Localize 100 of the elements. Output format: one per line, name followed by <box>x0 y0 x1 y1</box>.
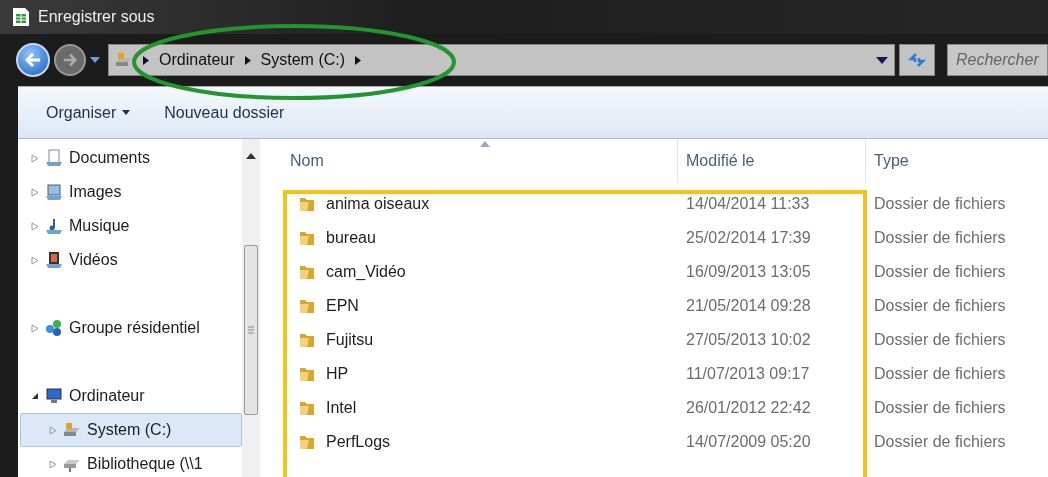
folder-icon <box>298 297 316 315</box>
music-note-icon <box>45 217 63 235</box>
nav-item[interactable]: System (C:) <box>20 413 242 447</box>
search-field[interactable]: Rechercher <box>947 44 1048 76</box>
caret-icon <box>122 110 131 115</box>
file-name: EPN <box>326 296 359 316</box>
grip-icon <box>248 326 254 334</box>
folder-icon <box>298 365 316 383</box>
file-type: Dossier de fichiers <box>873 194 1006 214</box>
file-row[interactable]: EPN 21/05/2014 09:28 Dossier de fichiers <box>282 289 1048 323</box>
breadcrumb-item[interactable]: System (C:) <box>260 48 346 72</box>
nav-label: Ordinateur <box>69 386 145 406</box>
file-row[interactable]: Intel 26/01/2012 22:42 Dossier de fichiers <box>282 391 1048 425</box>
file-name: Fujitsu <box>326 330 374 350</box>
file-name: bureau <box>326 228 376 248</box>
expand-arrow-icon[interactable] <box>31 323 39 333</box>
column-header[interactable]: Nom <box>282 139 678 183</box>
column-header[interactable]: Modifié le <box>678 139 866 183</box>
nav-item[interactable]: Images <box>20 175 242 209</box>
modified-date: 16/09/2013 13:05 <box>685 262 812 282</box>
file-name: Intel <box>326 398 357 418</box>
file-row[interactable]: PerfLogs 14/07/2009 05:20 Dossier de fichiers <box>282 425 1048 459</box>
file-type: Dossier de fichiers <box>873 398 1006 418</box>
breadcrumb-arrow-icon[interactable] <box>355 55 362 65</box>
expand-arrow-icon[interactable] <box>49 459 57 469</box>
expand-arrow-icon[interactable] <box>31 221 39 231</box>
forward-button[interactable] <box>54 44 86 76</box>
file-row[interactable]: Fujitsu 27/05/2013 10:02 Dossier de fichiers <box>282 323 1048 357</box>
nav-label: Musique <box>69 216 130 236</box>
homegroup-icon <box>45 319 63 337</box>
file-row[interactable]: cam_Vidéo 16/09/2013 13:05 Dossier de fichiers <box>282 255 1048 289</box>
modified-date: 26/01/2012 22:42 <box>685 398 812 418</box>
folder-icon <box>298 263 316 281</box>
nav-label: Vidéos <box>69 250 118 270</box>
modified-date: 14/07/2009 05:20 <box>685 432 812 452</box>
nav-label: Groupe résidentiel <box>69 318 200 338</box>
file-name: HP <box>326 364 349 384</box>
nav-label: System (C:) <box>87 420 172 440</box>
nav-label: Images <box>69 182 122 202</box>
computer-icon <box>45 387 63 405</box>
sort-ascending-icon <box>479 141 490 147</box>
file-type: Dossier de fichiers <box>873 432 1006 452</box>
window-title: Enregistrer sous <box>38 7 155 27</box>
nav-item[interactable]: Groupe résidentiel <box>20 311 242 345</box>
scroll-up-icon[interactable] <box>246 153 256 159</box>
address-bar[interactable]: Ordinateur System (C:) <box>108 44 895 76</box>
modified-date: 21/05/2014 09:28 <box>685 296 812 316</box>
spreadsheet-icon <box>12 7 30 27</box>
breadcrumb-arrow-icon[interactable] <box>244 55 251 65</box>
drive-icon <box>63 421 81 439</box>
file-row[interactable]: HP 11/07/2013 09:17 Dossier de fichiers <box>282 357 1048 391</box>
file-type: Dossier de fichiers <box>873 228 1006 248</box>
refresh-button[interactable] <box>899 44 935 76</box>
file-type: Dossier de fichiers <box>873 364 1006 384</box>
nav-item[interactable]: Bibliotheque (\\1 <box>20 447 242 477</box>
arrow-left-icon <box>24 51 42 69</box>
modified-date: 25/02/2014 17:39 <box>685 228 812 248</box>
expand-arrow-icon[interactable] <box>49 425 57 435</box>
document-icon <box>45 149 63 167</box>
file-type: Dossier de fichiers <box>873 330 1006 350</box>
nav-item[interactable]: Vidéos <box>20 243 242 277</box>
toolbar-button[interactable]: Nouveau dossier <box>164 100 285 125</box>
folder-icon <box>298 229 316 247</box>
folder-icon <box>298 399 316 417</box>
modified-date: 11/07/2013 09:17 <box>685 364 811 384</box>
breadcrumb-item[interactable]: Ordinateur <box>159 48 235 72</box>
breadcrumb-arrow-icon[interactable] <box>143 55 149 65</box>
file-name: cam_Vidéo <box>326 262 406 282</box>
menu-button[interactable]: Organiser <box>46 100 131 125</box>
modified-date: 27/05/2013 10:02 <box>685 330 812 350</box>
folder-icon <box>298 195 316 213</box>
nav-item[interactable]: Musique <box>20 209 242 243</box>
back-button[interactable] <box>16 43 50 77</box>
file-row[interactable]: anima oiseaux 14/04/2014 11:33 Dossier de fichiers <box>282 187 1048 221</box>
expand-arrow-icon[interactable] <box>31 187 39 197</box>
arrow-right-icon <box>62 52 78 68</box>
history-dropdown-icon[interactable] <box>90 57 100 63</box>
file-name: anima oiseaux <box>326 194 430 214</box>
scrollbar[interactable] <box>242 139 260 477</box>
film-icon <box>45 251 63 269</box>
file-type: Dossier de fichiers <box>873 262 1006 282</box>
file-type: Dossier de fichiers <box>873 296 1006 316</box>
folder-icon <box>298 433 316 451</box>
expand-arrow-icon[interactable] <box>31 153 39 163</box>
expand-arrow-icon[interactable] <box>31 255 39 265</box>
modified-date: 14/04/2014 11:33 <box>685 194 811 214</box>
file-row[interactable]: bureau 25/02/2014 17:39 Dossier de fichiers <box>282 221 1048 255</box>
column-header[interactable]: Type <box>866 139 1048 183</box>
nav-item[interactable]: Documents <box>20 141 242 175</box>
file-name: PerfLogs <box>326 432 391 452</box>
scroll-thumb[interactable] <box>244 245 258 415</box>
refresh-arrows-icon <box>908 52 926 68</box>
collapse-arrow-icon[interactable] <box>31 392 39 400</box>
nav-label: Bibliotheque (\\1 <box>87 454 203 474</box>
nav-item[interactable]: Ordinateur <box>20 379 242 413</box>
dropdown-caret-icon[interactable] <box>876 56 888 64</box>
drive-icon <box>115 51 133 69</box>
nav-label: Documents <box>69 148 150 168</box>
folder-icon <box>298 331 316 349</box>
image-icon <box>45 183 63 201</box>
